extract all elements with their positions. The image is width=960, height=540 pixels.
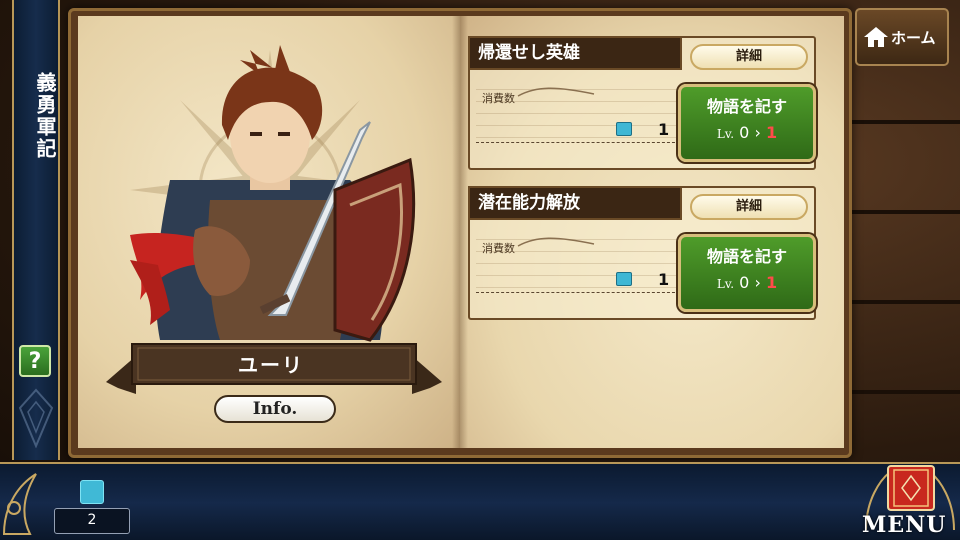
level-prefix: Lv. — [716, 277, 735, 291]
ink-bottle-icon — [616, 122, 632, 136]
cost-label: 消費数 — [482, 92, 515, 105]
menu-label: MENU — [862, 512, 947, 538]
level-indicator: Lv. 0 › 1 — [681, 273, 813, 292]
write-story-button[interactable]: 物語を記す Lv. 0 › 1 — [678, 84, 816, 162]
swirl-icon — [517, 87, 595, 97]
ornament-icon — [18, 388, 54, 448]
book-gutter — [452, 16, 468, 448]
character-portrait — [130, 45, 416, 342]
side-ribbon: 義勇軍記 ? — [12, 0, 60, 460]
home-button[interactable]: ホーム — [855, 8, 949, 66]
game-screen: 義勇軍記 ? ユーリ Info. 帰還せし英雄 詳細 消費数 1 物語を記す L… — [0, 0, 960, 540]
info-button[interactable]: Info. — [214, 395, 336, 423]
skill-panel-1: 帰還せし英雄 詳細 消費数 1 物語を記す Lv. 0 › 1 — [468, 36, 816, 170]
ink-bottle-icon — [616, 272, 632, 286]
detail-button[interactable]: 詳細 — [690, 194, 808, 220]
level-arrow: › — [754, 123, 761, 142]
detail-button[interactable]: 詳細 — [690, 44, 808, 70]
home-label: ホーム — [891, 29, 936, 47]
cost-value: 1 — [658, 120, 670, 139]
level-next: 1 — [765, 273, 778, 292]
skill-panel-2: 潜在能力解放 詳細 消費数 1 物語を記す Lv. 0 › 1 — [468, 186, 816, 320]
ink-count: 2 — [54, 508, 130, 534]
chapter-title: 義勇軍記 — [33, 72, 57, 160]
level-prefix: Lv. — [716, 127, 735, 141]
panel-title: 帰還せし英雄 — [468, 36, 682, 70]
corner-ornament-icon — [2, 473, 37, 535]
level-current: 0 — [739, 273, 750, 292]
panel-title: 潜在能力解放 — [468, 186, 682, 220]
character-name: ユーリ — [238, 353, 304, 377]
swirl-icon — [517, 237, 595, 247]
write-story-button[interactable]: 物語を記す Lv. 0 › 1 — [678, 234, 816, 312]
write-story-label: 物語を記す — [706, 97, 787, 116]
dashed-divider — [476, 142, 680, 143]
cost-label: 消費数 — [482, 242, 515, 255]
level-next: 1 — [765, 123, 778, 142]
cost-value: 1 — [658, 270, 670, 289]
write-story-label: 物語を記す — [706, 247, 787, 266]
help-button[interactable]: ? — [19, 345, 51, 377]
shelf-line — [850, 390, 960, 394]
level-current: 0 — [739, 123, 750, 142]
shelf-line — [850, 120, 960, 124]
shelf-line — [850, 210, 960, 214]
level-indicator: Lv. 0 › 1 — [681, 123, 813, 142]
ink-bottle-icon — [80, 480, 104, 504]
bottom-bar — [0, 462, 960, 540]
shelf-line — [850, 300, 960, 304]
level-arrow: › — [754, 273, 761, 292]
house-icon — [864, 27, 888, 47]
dashed-divider — [476, 292, 680, 293]
